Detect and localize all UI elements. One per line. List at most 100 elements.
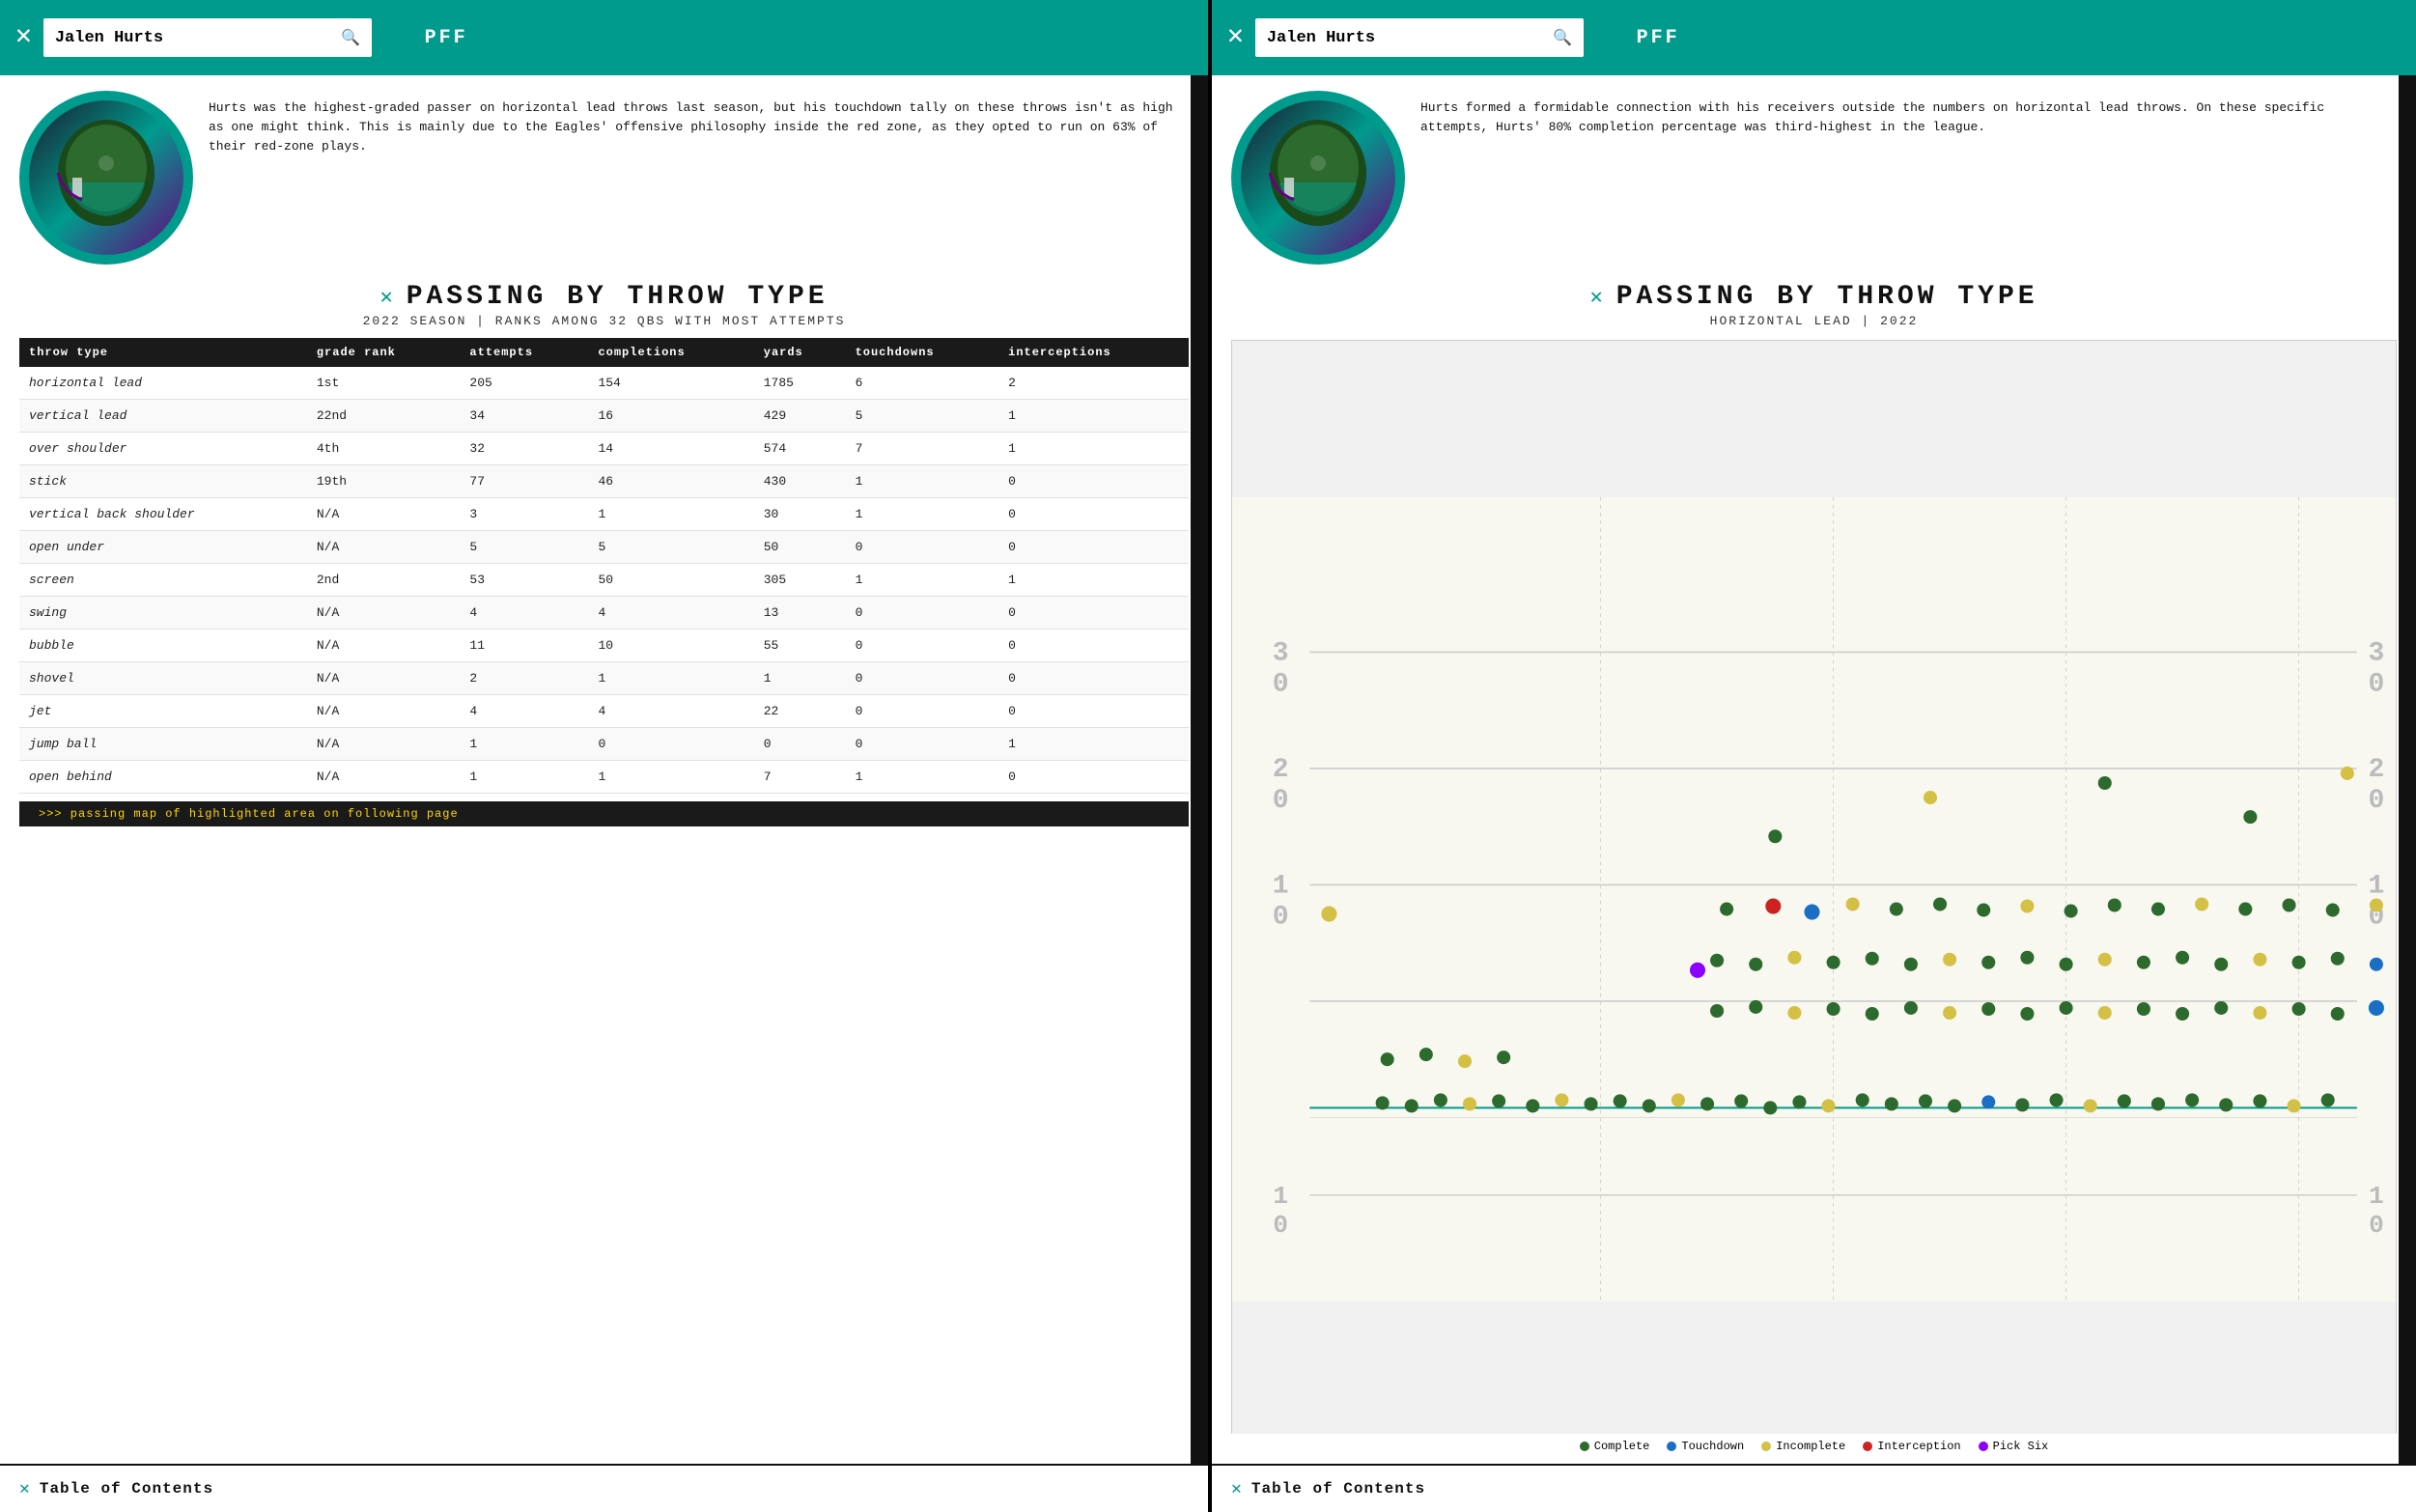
search-bar: Jalen Hurts 🔍 (43, 18, 372, 57)
table-cell: 1 (460, 728, 588, 761)
table-cell: 5 (846, 400, 999, 433)
right-search-icon[interactable]: 🔍 (1553, 28, 1572, 47)
table-cell: 3 (460, 498, 588, 531)
svg-text:2: 2 (1273, 755, 1289, 785)
svg-text:0: 0 (1273, 670, 1289, 700)
player-name-search: Jalen Hurts (55, 29, 333, 47)
table-cell: screen (19, 564, 307, 597)
col-completions: completions (588, 338, 753, 367)
table-row: bubbleN/A11105500 (19, 630, 1189, 662)
table-cell: 1 (846, 761, 999, 794)
table-cell: 22 (754, 695, 846, 728)
table-cell: N/A (307, 597, 461, 630)
table-cell: horizontal lead (19, 367, 307, 400)
table-cell: 1 (998, 564, 1189, 597)
table-cell: open behind (19, 761, 307, 794)
svg-text:0: 0 (1273, 1211, 1288, 1240)
table-cell: N/A (307, 531, 461, 564)
table-cell: N/A (307, 728, 461, 761)
table-cell: 0 (998, 597, 1189, 630)
legend-incomplete: Incomplete (1761, 1440, 1845, 1453)
left-hero-section: Hurts was the highest-graded passer on h… (0, 75, 1208, 274)
table-cell: 0 (846, 728, 999, 761)
svg-text:0: 0 (2369, 1211, 2384, 1240)
legend-interception: Interception (1863, 1440, 1960, 1453)
table-cell: 0 (846, 630, 999, 662)
right-section-subtitle: HORIZONTAL LEAD | 2022 (1710, 314, 1919, 328)
table-cell: 1 (998, 728, 1189, 761)
table-cell: 1 (588, 662, 753, 695)
left-section-title: ✕ PASSING BY THROW TYPE (379, 282, 828, 312)
touchdown-dot (1667, 1442, 1676, 1451)
footer-note: >>> passing map of highlighted area on f… (19, 801, 1189, 826)
table-cell: 4 (588, 695, 753, 728)
search-icon[interactable]: 🔍 (341, 28, 360, 47)
incomplete-dot (1761, 1442, 1771, 1451)
left-toc-bar[interactable]: ✕ Table of Contents (0, 1464, 1208, 1512)
table-cell: jump ball (19, 728, 307, 761)
interception-dot (1863, 1442, 1872, 1451)
table-cell: 32 (460, 433, 588, 465)
svg-text:3: 3 (2368, 638, 2384, 668)
table-cell: 1st (307, 367, 461, 400)
table-cell: 55 (754, 630, 846, 662)
right-section-title: ✕ PASSING BY THROW TYPE (1589, 282, 2037, 312)
table-cell: 6 (846, 367, 999, 400)
table-cell: 574 (754, 433, 846, 465)
col-grade-rank: grade rank (307, 338, 461, 367)
table-cell: 0 (846, 597, 999, 630)
table-cell: 305 (754, 564, 846, 597)
table-cell: 77 (460, 465, 588, 498)
left-hero-text: Hurts was the highest-graded passer on h… (209, 91, 1189, 156)
svg-text:1: 1 (2368, 871, 2384, 901)
divider: | (387, 28, 398, 47)
table-cell: shovel (19, 662, 307, 695)
table-cell: 2 (460, 662, 588, 695)
complete-dot (1580, 1442, 1589, 1451)
table-cell: 14 (588, 433, 753, 465)
table-row: jetN/A442200 (19, 695, 1189, 728)
table-cell: 50 (588, 564, 753, 597)
right-section-title-row: ✕ PASSING BY THROW TYPE HORIZONTAL LEAD … (1212, 274, 2416, 330)
table-row: screen2nd535030511 (19, 564, 1189, 597)
left-panel: ✕ Jalen Hurts 🔍 | PFF Hurts was (0, 0, 1208, 1512)
right-toc-bar[interactable]: ✕ Table of Contents (1212, 1464, 2416, 1512)
table-row: open underN/A555000 (19, 531, 1189, 564)
svg-text:1: 1 (1273, 871, 1289, 901)
close-icon[interactable]: ✕ (15, 24, 32, 51)
table-cell: 0 (754, 728, 846, 761)
table-row: shovelN/A21100 (19, 662, 1189, 695)
table-cell: 4th (307, 433, 461, 465)
table-cell: 0 (998, 695, 1189, 728)
table-row: horizontal lead1st205154178562 (19, 367, 1189, 400)
col-attempts: attempts (460, 338, 588, 367)
table-cell: 430 (754, 465, 846, 498)
black-side-bar (1191, 75, 1208, 1464)
table-row: stick19th774643010 (19, 465, 1189, 498)
right-pff-logo: PFF (1625, 27, 1680, 49)
table-cell: N/A (307, 662, 461, 695)
left-section-title-row: ✕ PASSING BY THROW TYPE 2022 SEASON | RA… (0, 274, 1208, 330)
section-title-icon: ✕ (379, 285, 396, 310)
legend-bar: Complete Touchdown Incomplete Intercepti… (1212, 1434, 2416, 1459)
right-close-icon[interactable]: ✕ (1227, 24, 1244, 51)
table-cell: 11 (460, 630, 588, 662)
table-cell: 7 (754, 761, 846, 794)
right-section-title-icon: ✕ (1589, 285, 1606, 310)
table-row: over shoulder4th321457471 (19, 433, 1189, 465)
table-cell: vertical lead (19, 400, 307, 433)
table-cell: 0 (998, 498, 1189, 531)
table-cell: over shoulder (19, 433, 307, 465)
table-cell: 4 (460, 597, 588, 630)
table-cell: 1 (998, 400, 1189, 433)
right-player-avatar (1231, 91, 1405, 265)
table-cell: 1785 (754, 367, 846, 400)
table-cell: 1 (588, 498, 753, 531)
right-helmet-svg (1255, 115, 1381, 240)
table-cell: N/A (307, 761, 461, 794)
svg-text:0: 0 (1273, 786, 1289, 816)
pff-logo: PFF (413, 27, 468, 49)
table-cell: 2 (998, 367, 1189, 400)
table-cell: bubble (19, 630, 307, 662)
right-panel-header: ✕ Jalen Hurts 🔍 | PFF (1212, 0, 2416, 75)
